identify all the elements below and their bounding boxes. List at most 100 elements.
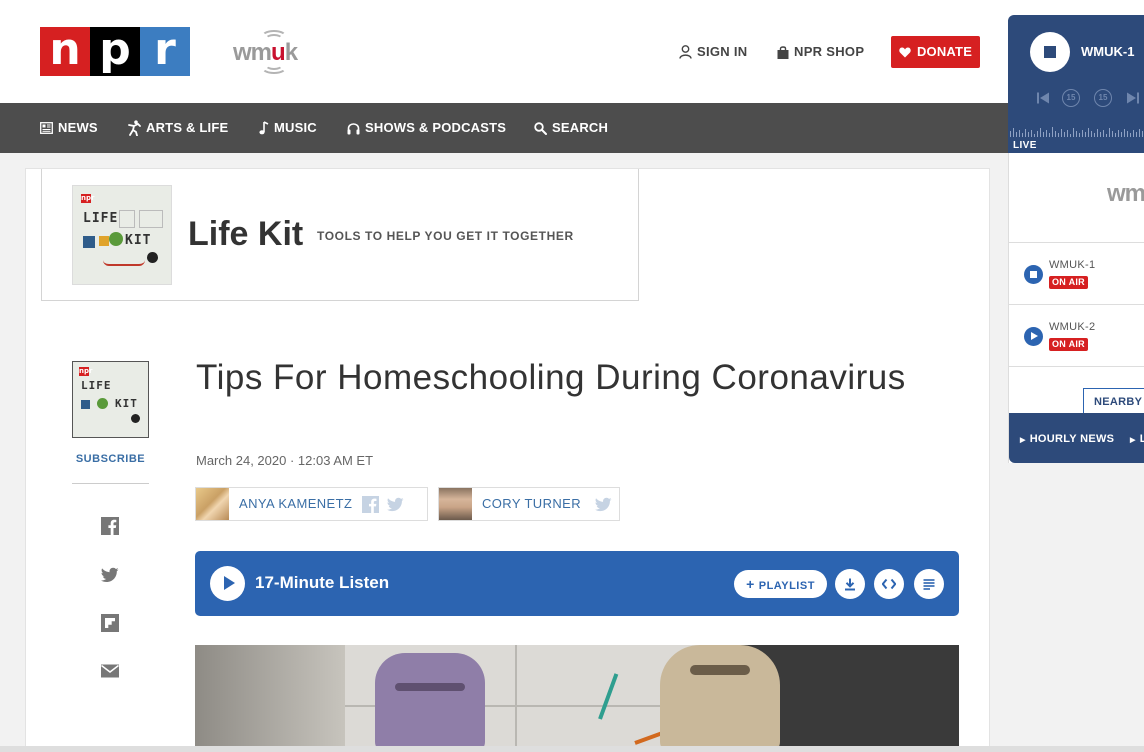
station-logo-small: wm <box>1107 180 1144 207</box>
nav-item-music[interactable]: MUSIC <box>259 103 317 153</box>
donate-button[interactable]: DONATE <box>891 36 980 68</box>
live-radio-player: WMUK-1 15 15 LIVE <box>1008 15 1144 153</box>
art-block <box>81 400 90 409</box>
donate-label: DONATE <box>916 44 973 59</box>
stations-panel: wm WMUK-1 ON AIR WMUK-2 ON AIR NEARBY ▶ H… <box>1008 153 1144 463</box>
twitter-icon[interactable] <box>387 496 404 513</box>
rewind-15-button[interactable]: 15 <box>1062 89 1080 107</box>
photo-zipper <box>395 683 465 691</box>
caret-right-icon: ▶ <box>1130 437 1136 444</box>
art-life-text: LIFE <box>83 211 119 226</box>
arts-icon <box>128 120 141 136</box>
art-npr-mark: npr <box>81 194 94 203</box>
divider <box>72 483 149 484</box>
plus-icon: + <box>746 576 755 592</box>
next-news-label: L <box>1139 433 1144 445</box>
station-row[interactable]: WMUK-1 ON AIR <box>1009 242 1144 304</box>
npr-logo-letter-r: r <box>140 27 190 76</box>
podcast-artwork[interactable]: npr LIFE KIT <box>72 361 149 438</box>
art-life-text: LIFE <box>81 379 112 392</box>
nearby-stations-tab[interactable]: NEARBY <box>1083 388 1144 414</box>
on-air-badge: ON AIR <box>1049 338 1088 351</box>
shopping-bag-icon <box>777 45 789 59</box>
author-name[interactable]: CORY TURNER <box>482 497 581 511</box>
photo-backpack <box>375 653 485 752</box>
npr-logo-letter-n: n <box>40 27 90 76</box>
listen-duration-label[interactable]: 17-Minute Listen <box>255 573 389 593</box>
skip-next-icon[interactable] <box>1126 91 1140 105</box>
npr-logo[interactable]: n p r <box>40 27 190 76</box>
hourly-news-link[interactable]: ▶ HOURLY NEWS <box>1020 433 1114 447</box>
art-pan <box>147 252 158 263</box>
art-block <box>83 236 95 248</box>
user-icon <box>679 45 692 59</box>
nav-item-search[interactable]: SEARCH <box>534 103 608 153</box>
nav-item-news[interactable]: NEWS <box>40 103 98 153</box>
skip-previous-icon[interactable] <box>1036 91 1050 105</box>
stop-button[interactable] <box>1030 32 1070 72</box>
npr-logo-letter-p: p <box>90 27 140 76</box>
twitter-icon[interactable] <box>595 496 612 513</box>
station-row[interactable]: WMUK-2 ON AIR <box>1009 304 1144 366</box>
add-to-playlist-button[interactable]: + PLAYLIST <box>734 570 827 598</box>
station-play-button[interactable] <box>1024 327 1043 346</box>
series-title[interactable]: Life Kit <box>188 214 303 254</box>
live-station-name: WMUK-1 <box>1081 44 1135 59</box>
station-name: WMUK-1 <box>1049 259 1096 271</box>
twitter-icon[interactable] <box>101 566 119 584</box>
article-hero-image <box>195 645 959 752</box>
nav-item-shows-podcasts[interactable]: SHOWS & PODCASTS <box>347 103 506 153</box>
station-logo[interactable]: wmuk <box>231 30 311 76</box>
download-button[interactable] <box>835 569 865 599</box>
nav-label: MUSIC <box>274 120 317 135</box>
nav-label: ARTS & LIFE <box>146 120 229 135</box>
art-pan <box>131 414 140 423</box>
facebook-icon[interactable] <box>362 495 380 513</box>
shop-label: NPR SHOP <box>794 44 865 59</box>
subscribe-link[interactable]: SUBSCRIBE <box>72 452 149 466</box>
forward-15-button[interactable]: 15 <box>1094 89 1112 107</box>
news-icon <box>40 122 53 134</box>
photo-strap <box>690 665 750 675</box>
search-icon <box>534 121 547 135</box>
station-logo-text-right: k <box>284 39 298 66</box>
station-logo-text: wmuk <box>233 39 298 66</box>
main-nav: NEWS ARTS & LIFE MUSIC SHOWS & PODCASTS … <box>0 103 1144 153</box>
nav-item-arts-life[interactable]: ARTS & LIFE <box>128 103 228 153</box>
station-logo-text-left: wm <box>233 39 272 66</box>
flipboard-icon[interactable] <box>101 614 119 632</box>
art-kit-text: KIT <box>125 233 152 248</box>
play-icon <box>1031 332 1038 340</box>
art-npr-letter: npr <box>79 367 93 376</box>
transcript-icon <box>923 578 935 590</box>
embed-button[interactable] <box>874 569 904 599</box>
npr-shop-link[interactable]: NPR SHOP <box>777 44 864 60</box>
transcript-button[interactable] <box>914 569 944 599</box>
article-headline: Tips For Homeschooling During Coronaviru… <box>196 358 906 397</box>
horizontal-scrollbar[interactable] <box>0 746 1144 752</box>
series-artwork[interactable]: npr LIFE KIT <box>72 185 172 285</box>
audio-waveform <box>1010 127 1143 137</box>
art-block <box>99 236 109 246</box>
sign-in-link[interactable]: SIGN IN <box>679 44 748 60</box>
music-note-icon <box>259 121 269 135</box>
download-icon <box>845 578 855 590</box>
audio-player: 17-Minute Listen + PLAYLIST <box>195 551 959 616</box>
heart-icon <box>899 47 911 57</box>
caret-right-icon: ▶ <box>1020 437 1026 444</box>
email-icon[interactable] <box>101 662 119 680</box>
nav-label: NEWS <box>58 120 98 135</box>
playlist-label: PLAYLIST <box>758 580 815 592</box>
author-name[interactable]: ANYA KAMENETZ <box>239 497 352 511</box>
play-button[interactable] <box>210 566 245 601</box>
byline-author-card[interactable]: CORY TURNER <box>438 487 620 521</box>
headphones-icon <box>347 122 360 134</box>
author-photo <box>196 488 229 520</box>
photo-backpack <box>660 645 780 752</box>
facebook-icon[interactable] <box>101 517 119 535</box>
on-air-badge: ON AIR <box>1049 276 1088 289</box>
byline-author-card[interactable]: ANYA KAMENETZ <box>195 487 428 521</box>
next-news-link[interactable]: ▶ L <box>1130 433 1144 447</box>
live-indicator: LIVE <box>1013 140 1037 151</box>
station-stop-button[interactable] <box>1024 265 1043 284</box>
